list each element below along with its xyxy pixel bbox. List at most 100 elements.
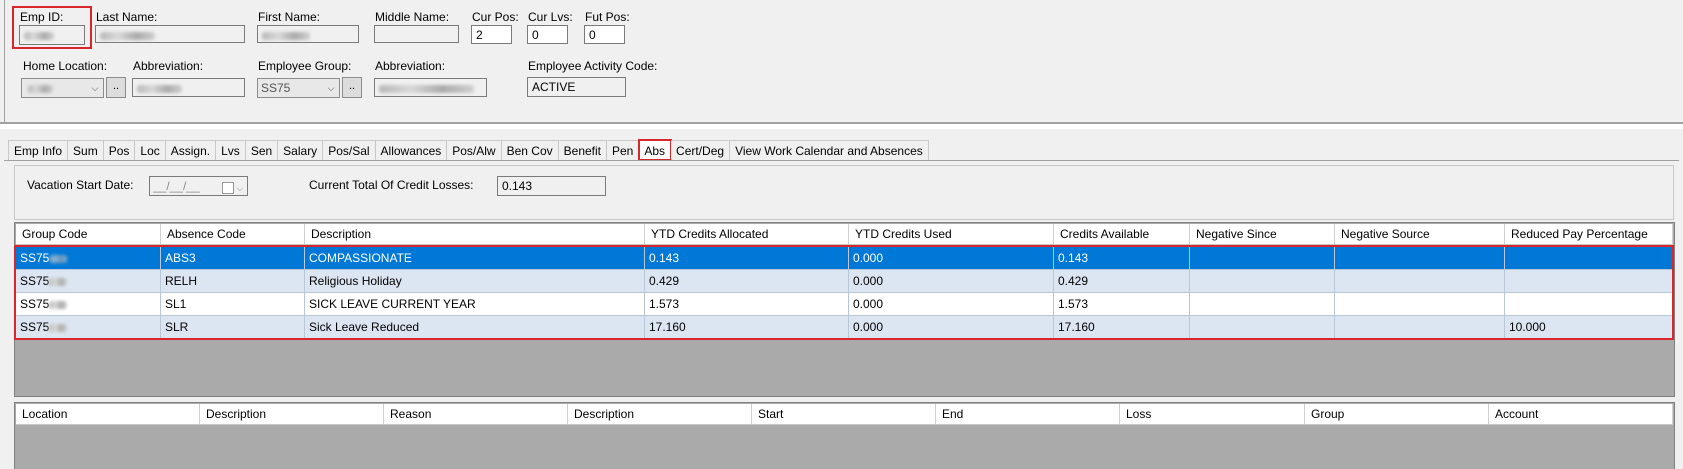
tab-pos-sal[interactable]: Pos/Sal (323, 140, 376, 160)
cell-ytd-allocated: 17.160 (645, 316, 849, 338)
tab-ben-cov[interactable]: Ben Cov (501, 140, 559, 160)
chevron-down-icon[interactable]: ⌵ (323, 79, 339, 97)
cur-lvs-field[interactable]: 0 (527, 25, 568, 44)
cell-reduced-pay (1505, 293, 1673, 315)
chevron-down-icon[interactable]: ⌵ (87, 79, 103, 97)
cell-negative-since (1190, 293, 1335, 315)
employee-group-combo[interactable]: SS75 ⌵ (257, 78, 340, 98)
tab-bar: Emp Info Sum Pos Loc Assign. Lvs Sen Sal… (8, 139, 929, 161)
col-end[interactable]: End (936, 404, 1120, 424)
abbreviation-field[interactable] (132, 78, 245, 97)
first-name-label: First Name: (258, 10, 321, 24)
credit-losses-field: 0.143 (497, 176, 606, 196)
col-reason[interactable]: Reason (384, 404, 568, 424)
col-start[interactable]: Start (752, 404, 936, 424)
col-absence-code[interactable]: Absence Code (161, 224, 305, 244)
tab-view-work-calendar[interactable]: View Work Calendar and Absences (730, 140, 929, 160)
col-credits-available[interactable]: Credits Available (1054, 224, 1190, 244)
cell-reduced-pay (1505, 270, 1673, 292)
cell-negative-since (1190, 247, 1335, 269)
col-reduced-pay-percentage[interactable]: Reduced Pay Percentage (1505, 224, 1673, 244)
tab-emp-info[interactable]: Emp Info (8, 140, 69, 160)
col-group-code[interactable]: Group Code (16, 224, 161, 244)
cur-lvs-label: Cur Lvs: (528, 10, 573, 24)
tab-pos[interactable]: Pos (103, 140, 136, 160)
cell-description: SICK LEAVE CURRENT YEAR (305, 293, 645, 315)
col-group[interactable]: Group (1305, 404, 1489, 424)
col-description[interactable]: Description (200, 404, 384, 424)
home-location-lookup-button[interactable]: .. (106, 77, 126, 98)
cell-negative-since (1190, 270, 1335, 292)
tab-content-border (4, 160, 1679, 161)
col-account[interactable]: Account (1489, 404, 1673, 424)
cell-group-code: SS75 (16, 293, 161, 315)
abbreviation2-label: Abbreviation: (375, 59, 446, 73)
cell-group-code: SS75 (16, 247, 161, 269)
table-row[interactable]: SS75 ABS3 COMPASSIONATE 0.143 0.000 0.14… (16, 247, 1673, 270)
tab-abs[interactable]: Abs (638, 139, 673, 161)
cell-description: Sick Leave Reduced (305, 316, 645, 338)
vacation-start-date-field[interactable]: __/__/__ ⌵ (149, 176, 248, 196)
col-negative-since[interactable]: Negative Since (1190, 224, 1335, 244)
middle-name-field[interactable] (374, 25, 459, 43)
cell-ytd-used: 0.000 (849, 270, 1054, 292)
tab-sen[interactable]: Sen (245, 140, 279, 160)
cell-ytd-used: 0.000 (849, 293, 1054, 315)
activity-code-label: Employee Activity Code: (528, 59, 658, 73)
last-name-label: Last Name: (96, 10, 158, 24)
first-name-field[interactable] (257, 25, 359, 43)
tab-cert-deg[interactable]: Cert/Deg (671, 140, 731, 160)
col-negative-source[interactable]: Negative Source (1335, 224, 1505, 244)
col-loss[interactable]: Loss (1120, 404, 1305, 424)
tab-lvs[interactable]: Lvs (216, 140, 246, 160)
cell-credits-available: 0.429 (1054, 270, 1190, 292)
calendar-icon[interactable]: ⌵ (221, 180, 243, 196)
header-divider-gap (0, 124, 1683, 129)
cur-pos-field[interactable]: 2 (471, 25, 512, 44)
activity-code-field[interactable]: ACTIVE (527, 77, 626, 97)
cell-credits-available: 17.160 (1054, 316, 1190, 338)
cell-negative-source (1335, 293, 1505, 315)
fut-pos-field[interactable]: 0 (584, 25, 625, 44)
tab-benefit[interactable]: Benefit (558, 140, 607, 160)
col-ytd-credits-used[interactable]: YTD Credits Used (849, 224, 1054, 244)
tab-loc[interactable]: Loc (135, 140, 166, 160)
col-ytd-credits-allocated[interactable]: YTD Credits Allocated (645, 224, 849, 244)
cell-negative-source (1335, 270, 1505, 292)
cell-credits-available: 1.573 (1054, 293, 1190, 315)
vacation-start-label: Vacation Start Date: (27, 178, 134, 192)
tab-pos-alw[interactable]: Pos/Alw (447, 140, 502, 160)
tab-assign[interactable]: Assign. (165, 140, 217, 160)
home-location-label: Home Location: (23, 59, 108, 73)
cell-ytd-allocated: 0.429 (645, 270, 849, 292)
cell-description: COMPASSIONATE (305, 247, 645, 269)
abs-filter-panel (14, 165, 1674, 220)
tab-sum[interactable]: Sum (68, 140, 104, 160)
emp-id-field[interactable] (19, 25, 85, 45)
cell-negative-since (1190, 316, 1335, 338)
cell-credits-available: 0.143 (1054, 247, 1190, 269)
cell-group-code: SS75 (16, 270, 161, 292)
cell-ytd-used: 0.000 (849, 316, 1054, 338)
table-row[interactable]: SS75 SLR Sick Leave Reduced 17.160 0.000… (16, 316, 1673, 339)
cell-group-code: SS75 (16, 316, 161, 338)
col-location[interactable]: Location (16, 404, 200, 424)
employee-group-lookup-button[interactable]: .. (342, 77, 362, 98)
last-name-field[interactable] (95, 25, 245, 43)
cell-absence-code: ABS3 (161, 247, 305, 269)
col-description[interactable]: Description (305, 224, 645, 244)
tab-pen[interactable]: Pen (607, 140, 640, 160)
abbreviation2-field[interactable] (374, 78, 487, 97)
tab-allowances[interactable]: Allowances (375, 140, 448, 160)
col-description-2[interactable]: Description (568, 404, 752, 424)
table-row[interactable]: SS75 RELH Religious Holiday 0.429 0.000 … (16, 270, 1673, 293)
cell-ytd-used: 0.000 (849, 247, 1054, 269)
home-location-combo[interactable]: ⌵ (21, 78, 104, 98)
fut-pos-label: Fut Pos: (585, 10, 630, 24)
splitter[interactable] (0, 397, 1683, 401)
cell-reduced-pay: 10.000 (1505, 316, 1673, 338)
tab-salary[interactable]: Salary (278, 140, 324, 160)
table-row[interactable]: SS75 SL1 SICK LEAVE CURRENT YEAR 1.573 0… (16, 293, 1673, 316)
cell-description: Religious Holiday (305, 270, 645, 292)
cell-absence-code: SL1 (161, 293, 305, 315)
